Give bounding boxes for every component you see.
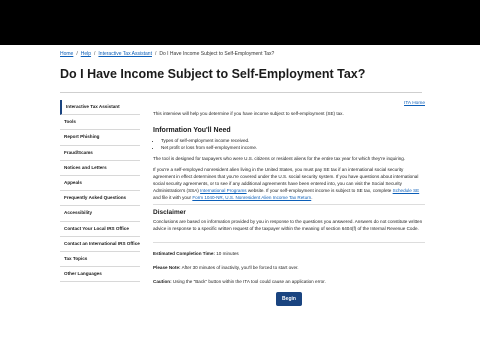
title-divider	[60, 92, 422, 93]
caution-note: Caution: Using the "Back" button within …	[153, 278, 425, 285]
completion-time-value: 10 minutes	[216, 251, 239, 256]
info-heading: Information You'll Need	[153, 127, 231, 134]
tool-note: The tool is designed for taxpayers who w…	[153, 156, 406, 161]
sidebar-item-tools[interactable]: Tools	[60, 115, 140, 131]
list-item: Types of self-employment income received…	[161, 137, 257, 144]
caution-label: Caution:	[153, 279, 172, 284]
sidebar-item-faq[interactable]: Frequently Asked Questions	[60, 191, 140, 207]
completion-time: Estimated Completion Time: 10 minutes	[153, 250, 425, 257]
note-label: Please Note:	[153, 265, 181, 270]
sidebar-item-appeals[interactable]: Appeals	[60, 176, 140, 192]
breadcrumb: Home / Help / Interactive Tax Assistant / Do I…	[60, 51, 274, 57]
international-programs-link[interactable]: International Programs	[200, 188, 246, 193]
completion-time-label: Estimated Completion Time:	[153, 251, 215, 256]
breadcrumb-separator: /	[76, 51, 78, 57]
info-list: Types of self-employment income received…	[153, 137, 257, 151]
schedule-se-link[interactable]: Schedule SE	[393, 188, 420, 193]
note-value: After 30 minutes of inactivity, you'll b…	[181, 265, 299, 270]
page: Home / Help / Interactive Tax Assistant / Do I…	[0, 45, 480, 360]
sidebar-item-notices-letters[interactable]: Notices and Letters	[60, 161, 140, 176]
sidebar-item-fraud-scams[interactable]: Fraud/Scams	[60, 146, 140, 161]
begin-button[interactable]: Begin	[276, 292, 302, 306]
sidebar-item-accessibility[interactable]: Accessibility	[60, 206, 140, 222]
form-1040nr-link[interactable]: Form 1040-NR, U.S. Nonresident Alien Inc…	[192, 195, 311, 200]
breadcrumb-ita-link[interactable]: Interactive Tax Assistant	[98, 51, 152, 57]
nonresident-paragraph: If you're a self-employed nonresident al…	[153, 166, 425, 202]
page-title: Do I Have Income Subject to Self-Employm…	[60, 67, 366, 81]
sidebar-item-report-phishing[interactable]: Report Phishing	[60, 130, 140, 146]
breadcrumb-home-link[interactable]: Home	[60, 51, 73, 57]
section-divider	[153, 204, 425, 205]
disclaimer-heading: Disclaimer	[153, 209, 186, 216]
section-divider	[153, 242, 425, 243]
sidebar-nav: Interactive Tax Assistant Tools Report P…	[60, 100, 140, 283]
breadcrumb-help-link[interactable]: Help	[81, 51, 91, 57]
nr-text: .	[311, 195, 313, 201]
inactivity-note: Please Note: After 30 minutes of inactiv…	[153, 264, 425, 271]
nr-text: and file it with your	[153, 195, 192, 201]
sidebar-item-international-office[interactable]: Contact an International IRS Office	[60, 237, 140, 252]
sidebar-item-other-languages[interactable]: Other Languages	[60, 267, 140, 283]
disclaimer-text: Conclusions are based on information pro…	[153, 219, 423, 232]
sidebar-item-local-office[interactable]: Contact Your Local IRS Office	[60, 222, 140, 237]
nr-text: website. If your self-employment income …	[247, 188, 392, 194]
breadcrumb-separator: /	[154, 51, 157, 57]
list-item: Net profit or loss from self-employment …	[161, 144, 257, 151]
sidebar-item-interactive-tax-assistant[interactable]: Interactive Tax Assistant	[60, 100, 140, 116]
intro-text: This interview will help you determine i…	[153, 111, 344, 116]
breadcrumb-current: Do I Have Income Subject to Self-Employm…	[159, 51, 275, 57]
sidebar-item-tax-topics[interactable]: Tax Topics	[60, 252, 140, 268]
caution-value: Using the "Back" button within the ITA t…	[172, 279, 326, 284]
ita-home-link[interactable]: ITA Home	[404, 100, 425, 107]
breadcrumb-separator: /	[94, 51, 96, 57]
